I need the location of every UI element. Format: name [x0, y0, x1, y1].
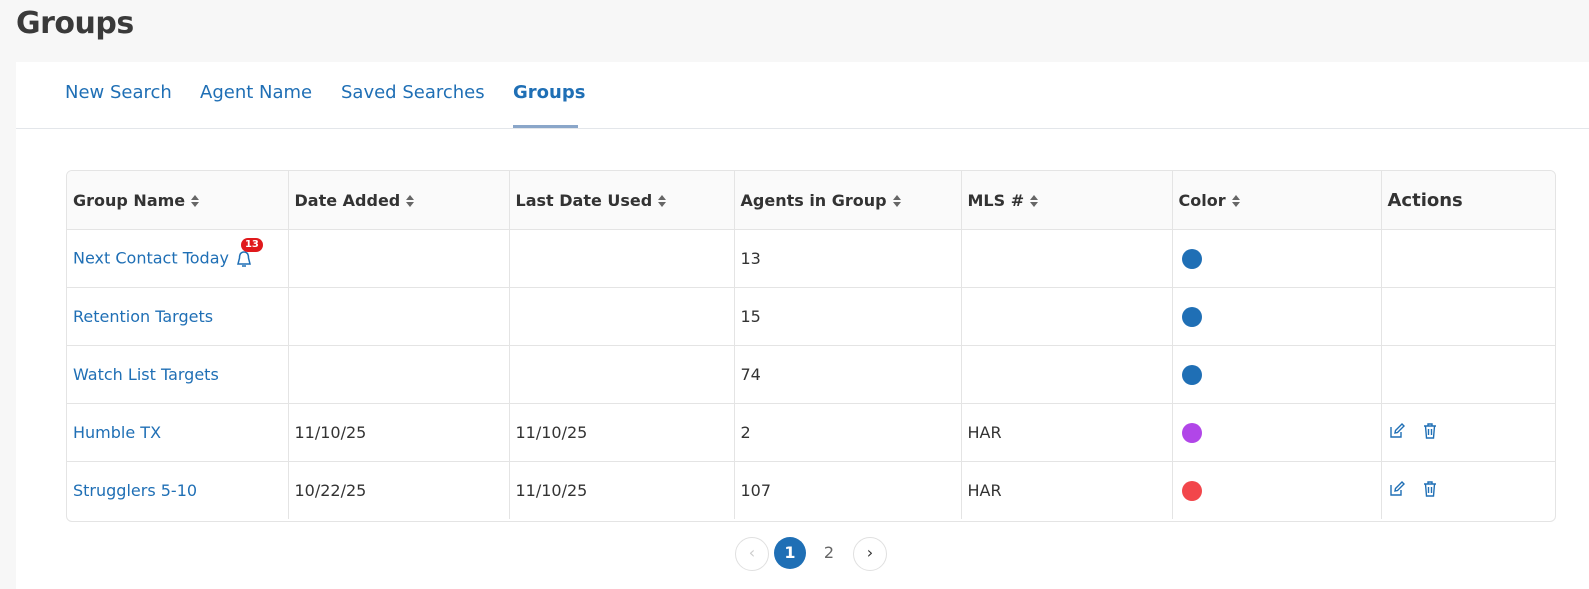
notification-count-badge: 13: [240, 237, 263, 252]
group-name-link[interactable]: Watch List Targets: [73, 365, 219, 384]
page-1-button[interactable]: 1: [774, 537, 806, 569]
table-row: Next Contact Today 13 13: [67, 229, 1555, 288]
date-added-cell: [288, 345, 510, 404]
last-used-cell: [509, 287, 735, 346]
actions-cell: [1381, 287, 1555, 346]
group-name-link[interactable]: Next Contact Today: [73, 248, 229, 267]
date-added-cell: [288, 287, 510, 346]
sort-icon[interactable]: [191, 194, 200, 208]
mls-cell: [961, 229, 1173, 288]
color-swatch: [1181, 364, 1202, 385]
last-used-cell: 11/10/25: [509, 461, 735, 519]
mls-cell: [961, 287, 1173, 346]
tab-new-search[interactable]: New Search: [65, 82, 172, 103]
sort-icon[interactable]: [406, 194, 415, 208]
tab-agent-name[interactable]: Agent Name: [200, 82, 312, 103]
header-last-date-used[interactable]: Last Date Used: [509, 171, 735, 230]
agents-count-cell: 15: [734, 287, 962, 346]
mls-cell: [961, 345, 1173, 404]
sort-icon[interactable]: [1030, 194, 1039, 208]
color-cell: [1172, 461, 1382, 519]
table-row: Strugglers 5-10 10/22/25 11/10/25 107 HA…: [67, 461, 1555, 520]
actions-cell: [1381, 403, 1555, 462]
trash-icon[interactable]: [1421, 422, 1439, 444]
header-group-name[interactable]: Group Name: [67, 171, 289, 230]
prev-page-button[interactable]: ‹: [735, 537, 769, 571]
edit-icon[interactable]: [1388, 422, 1406, 444]
header-mls[interactable]: MLS #: [961, 171, 1173, 230]
notification-bell[interactable]: 13: [235, 237, 263, 270]
sort-icon[interactable]: [1231, 194, 1240, 208]
tab-groups[interactable]: Groups: [513, 82, 585, 103]
group-name-link[interactable]: Retention Targets: [73, 307, 213, 326]
mls-cell: HAR: [961, 403, 1173, 462]
table-row: Watch List Targets 74: [67, 345, 1555, 404]
table-header-row: Group Name Date Added Last Date Used Age…: [67, 171, 1555, 230]
last-used-cell: [509, 229, 735, 288]
group-name-link[interactable]: Strugglers 5-10: [73, 481, 197, 500]
color-cell: [1172, 403, 1382, 462]
date-added-cell: 10/22/25: [288, 461, 510, 519]
groups-card: New Search Agent Name Saved Searches Gro…: [16, 62, 1589, 589]
page-title: Groups: [16, 6, 134, 41]
table-row: Humble TX 11/10/25 11/10/25 2 HAR: [67, 403, 1555, 462]
color-cell: [1172, 287, 1382, 346]
agents-count-cell: 107: [734, 461, 962, 519]
color-swatch: [1181, 480, 1202, 501]
group-name-link[interactable]: Humble TX: [73, 423, 161, 442]
tab-saved-searches[interactable]: Saved Searches: [341, 82, 485, 103]
actions-cell: [1381, 229, 1555, 288]
actions-cell: [1381, 345, 1555, 404]
date-added-cell: 11/10/25: [288, 403, 510, 462]
last-used-cell: [509, 345, 735, 404]
date-added-cell: [288, 229, 510, 288]
header-actions: Actions: [1381, 171, 1555, 230]
edit-icon[interactable]: [1388, 480, 1406, 502]
color-swatch: [1181, 306, 1202, 327]
sort-icon[interactable]: [658, 194, 667, 208]
mls-cell: HAR: [961, 461, 1173, 519]
header-color[interactable]: Color: [1172, 171, 1382, 230]
sort-icon[interactable]: [892, 194, 901, 208]
color-cell: [1172, 345, 1382, 404]
agents-count-cell: 74: [734, 345, 962, 404]
color-cell: [1172, 229, 1382, 288]
agents-count-cell: 13: [734, 229, 962, 288]
table-row: Retention Targets 15: [67, 287, 1555, 346]
groups-table: Group Name Date Added Last Date Used Age…: [66, 170, 1556, 522]
pagination: ‹ 1 2 ›: [735, 537, 905, 571]
color-swatch: [1181, 422, 1202, 443]
agents-count-cell: 2: [734, 403, 962, 462]
last-used-cell: 11/10/25: [509, 403, 735, 462]
tab-bar: New Search Agent Name Saved Searches Gro…: [16, 62, 1589, 129]
color-swatch: [1181, 248, 1202, 269]
bell-icon: [237, 250, 251, 267]
header-agents-in-group[interactable]: Agents in Group: [734, 171, 962, 230]
page-2-button[interactable]: 2: [813, 537, 845, 569]
next-page-button[interactable]: ›: [853, 537, 887, 571]
trash-icon[interactable]: [1421, 480, 1439, 502]
actions-cell: [1381, 462, 1555, 520]
header-date-added[interactable]: Date Added: [288, 171, 510, 230]
active-tab-indicator: [513, 125, 578, 128]
